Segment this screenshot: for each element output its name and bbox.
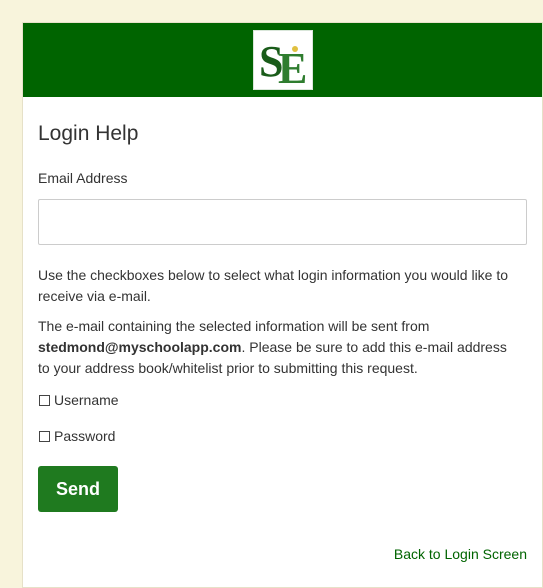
- email-input[interactable]: [38, 199, 527, 245]
- sender-email: stedmond@myschoolapp.com: [38, 339, 242, 355]
- username-label: Username: [54, 392, 119, 408]
- form-body: Login Help Email Address Use the checkbo…: [23, 97, 542, 512]
- username-checkbox[interactable]: [39, 394, 50, 406]
- back-to-login-link[interactable]: Back to Login Screen: [394, 545, 527, 563]
- email-label: Email Address: [38, 170, 128, 186]
- password-option[interactable]: Password: [38, 427, 527, 445]
- username-option[interactable]: Username: [38, 391, 527, 409]
- header-bar: S E: [23, 23, 542, 97]
- password-label: Password: [54, 428, 116, 444]
- login-help-card: S E Login Help Email Address Use the che…: [22, 22, 543, 588]
- password-checkbox[interactable]: [39, 430, 50, 442]
- sender-notice: The e-mail containing the selected infor…: [38, 316, 518, 379]
- school-logo-icon: S E: [252, 30, 313, 90]
- page-title: Login Help: [38, 122, 139, 145]
- instructions-text: Use the checkboxes below to select what …: [38, 267, 509, 304]
- sender-notice-prefix: The e-mail containing the selected infor…: [38, 318, 430, 334]
- send-button[interactable]: Send: [38, 466, 118, 512]
